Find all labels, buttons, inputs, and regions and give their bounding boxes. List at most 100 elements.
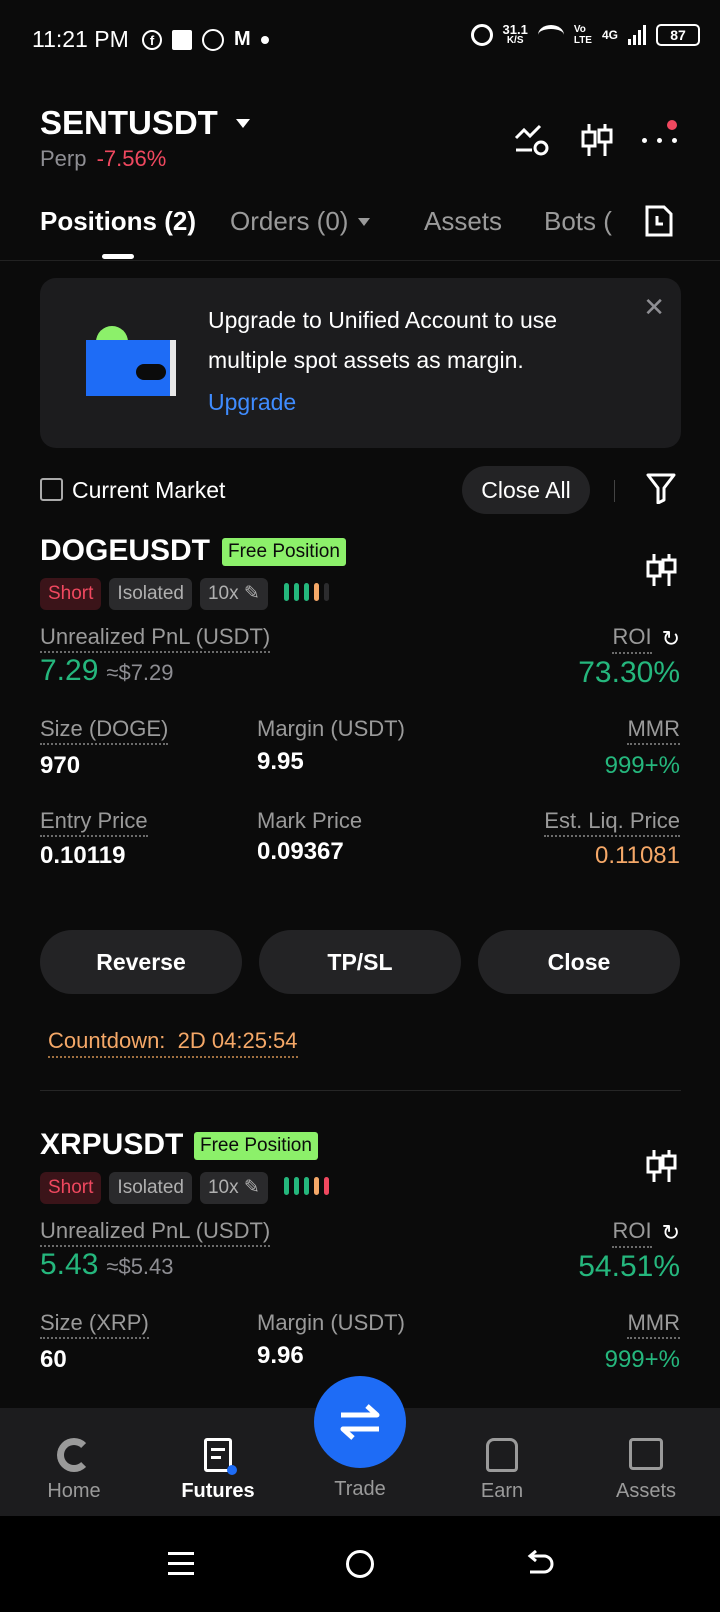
mail-icon: M [234, 28, 251, 50]
leverage-badge[interactable]: 10x ✎ [199, 1172, 268, 1204]
pnl-value: 7.29 [40, 654, 99, 687]
divider [614, 480, 615, 502]
notification-icons: f M [142, 28, 269, 51]
battery-level: 87 [670, 27, 686, 43]
margin-label: Margin (USDT) [257, 1310, 405, 1335]
leverage-value: 10x [207, 583, 239, 604]
price-alert-icon[interactable] [514, 124, 550, 156]
countdown[interactable]: Countdown: 2D 04:25:54 [48, 1028, 298, 1058]
mmr-label[interactable]: MMR [627, 716, 680, 745]
margin-mode-badge: Isolated [109, 578, 192, 610]
close-position-button[interactable]: Close [478, 930, 680, 994]
alarm-icon [470, 24, 493, 46]
position-symbol[interactable]: XRPUSDT [40, 1128, 183, 1162]
home-icon [57, 1438, 91, 1472]
more-dot-icon [260, 35, 269, 44]
liq-price-label-text: Est. Liq. Price [544, 808, 680, 837]
network-type: 4G [601, 28, 618, 42]
roi-value: 73.30% [578, 656, 680, 689]
home-nav-icon[interactable] [346, 1550, 374, 1578]
chart-candle-icon[interactable] [580, 122, 614, 158]
entry-price-value: 0.10119 [40, 842, 126, 869]
tab-active-indicator [102, 254, 134, 259]
mmr-value: 999+% [604, 1346, 680, 1373]
tab-orders-label: Orders (0) [230, 206, 349, 236]
roi-label-text: ROI [612, 624, 652, 654]
mmr-value: 999+% [604, 752, 680, 779]
nav-earn[interactable]: Earn [452, 1408, 552, 1516]
pnl-label-text: Unrealized PnL (USDT) [40, 1218, 271, 1247]
mark-price-label: Mark Price [257, 808, 363, 833]
caret-down-icon [235, 118, 250, 128]
status-right: 31.1 K/S Vo LTE 4G 87 [470, 22, 700, 46]
history-icon[interactable] [644, 204, 674, 238]
tab-positions[interactable]: Positions (2) [40, 206, 196, 237]
nav-futures[interactable]: Futures [168, 1408, 268, 1516]
position-settings-icon[interactable] [645, 552, 677, 588]
close-all-button[interactable]: Close All [462, 466, 590, 514]
earn-icon [486, 1438, 518, 1472]
refresh-icon: ↻ [661, 1220, 680, 1245]
banner-text: Upgrade to Unified Account to use multip… [208, 307, 558, 373]
roi-label[interactable]: ROI ↻ [612, 1218, 680, 1248]
contract-type: Perp [40, 146, 87, 171]
position-symbol[interactable]: DOGEUSDT [40, 534, 210, 568]
liq-price-label[interactable]: Est. Liq. Price [544, 808, 680, 837]
system-nav [0, 1516, 720, 1612]
back-icon[interactable] [524, 1550, 554, 1578]
more-menu-icon[interactable] [642, 138, 677, 143]
margin-mode-badge: Isolated [109, 1172, 192, 1204]
reverse-button[interactable]: Reverse [40, 930, 242, 994]
free-position-badge: Free Position [222, 538, 346, 566]
wallet-icon [629, 1438, 663, 1470]
tpsl-button[interactable]: TP/SL [259, 930, 461, 994]
refresh-icon: ↻ [661, 626, 680, 651]
countdown-value: 2D 04:25:54 [177, 1028, 298, 1053]
margin-value[interactable]: 9.96 [257, 1342, 304, 1370]
roi-value: 54.51% [578, 1250, 680, 1283]
symbol-selector[interactable]: SENTUSDT [40, 104, 250, 142]
symbol-title: SENTUSDT [40, 104, 218, 141]
nav-earn-label: Earn [480, 1480, 524, 1502]
position-settings-icon[interactable] [645, 1148, 677, 1184]
facebook-icon: f [142, 29, 162, 50]
whatsapp-icon [202, 28, 224, 51]
margin-value[interactable]: 9.95 [257, 748, 304, 776]
current-market-checkbox[interactable] [40, 478, 63, 501]
tab-bots-label: Bots ( [544, 206, 612, 236]
pnl-usd: ≈$5.43 [106, 1254, 174, 1279]
tab-assets[interactable]: Assets [424, 206, 502, 237]
tab-orders[interactable]: Orders (0) [230, 206, 371, 237]
risk-level-bars [283, 582, 334, 606]
pnl-value: 5.43 [40, 1248, 99, 1281]
nav-trade-label: Trade [334, 1478, 386, 1500]
tab-bots[interactable]: Bots ( [544, 206, 618, 237]
notification-dot [667, 120, 677, 130]
mmr-label[interactable]: MMR [627, 1310, 680, 1339]
upgrade-link[interactable]: Upgrade [208, 382, 296, 422]
size-label[interactable]: Size (DOGE) [40, 716, 169, 745]
nav-home[interactable]: Home [24, 1408, 124, 1516]
net-speed: 31.1 [502, 22, 528, 37]
entry-price-label[interactable]: Entry Price [40, 808, 148, 837]
pnl-label[interactable]: Unrealized PnL (USDT) [40, 624, 271, 653]
wallet-illustration [86, 326, 178, 396]
margin-label: Margin (USDT) [257, 716, 405, 741]
leverage-badge[interactable]: 10x ✎ [199, 578, 268, 610]
status-time: 11:21 PM [32, 26, 129, 52]
size-label-text: Size (XRP) [40, 1310, 149, 1339]
nav-trade[interactable]: Trade [310, 1376, 410, 1516]
current-market-label: Current Market [72, 477, 226, 503]
recents-icon[interactable] [168, 1552, 194, 1575]
pnl-label[interactable]: Unrealized PnL (USDT) [40, 1218, 271, 1247]
nav-assets[interactable]: Assets [596, 1408, 696, 1516]
battery-icon: 87 [656, 24, 700, 46]
upgrade-banner: Upgrade to Unified Account to use multip… [40, 278, 681, 448]
size-label[interactable]: Size (XRP) [40, 1310, 149, 1339]
swap-icon [340, 1404, 380, 1440]
filter-icon[interactable] [646, 472, 676, 504]
close-banner-icon[interactable]: ✕ [643, 292, 665, 323]
card-divider [40, 1090, 681, 1091]
mmr-label-text: MMR [627, 716, 680, 745]
roi-label[interactable]: ROI ↻ [612, 624, 680, 654]
